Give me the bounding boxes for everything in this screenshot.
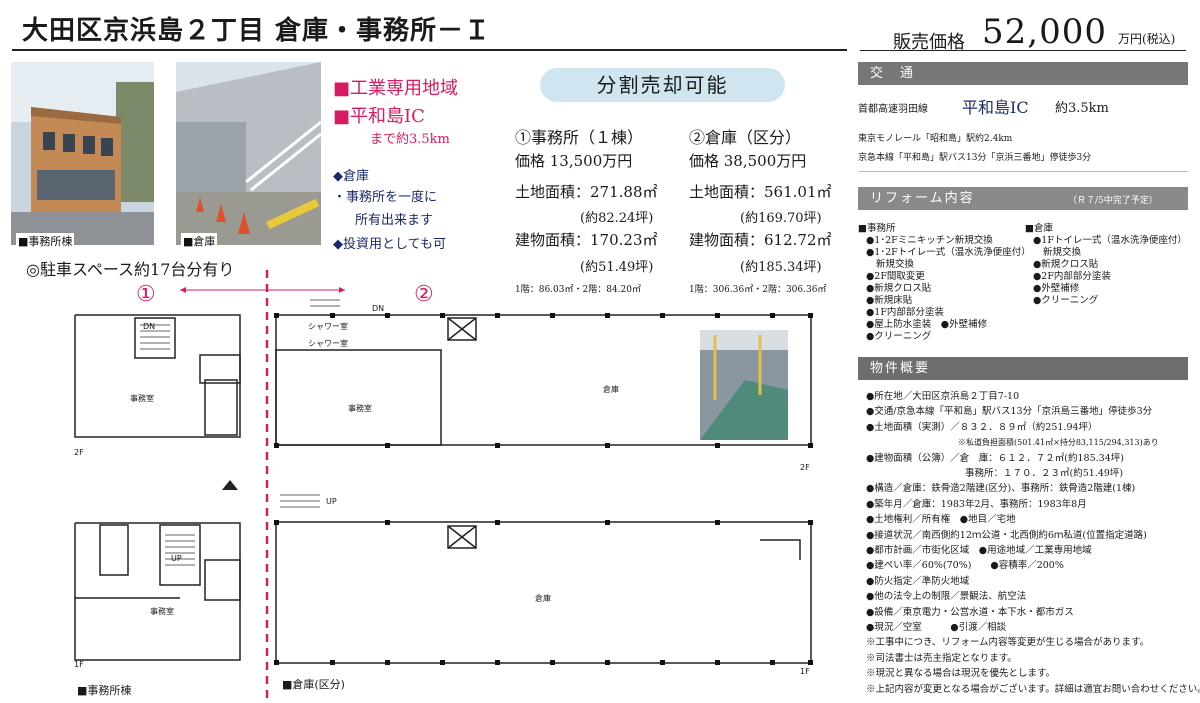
- reform-office-item: 新規交換: [876, 259, 915, 270]
- overview-line: ●都市計画／市街化区域 ●用途地域／工業専用地域: [866, 545, 1092, 556]
- reform-office-item: ●新規クロス貼: [866, 283, 932, 294]
- traffic-ic: 平和島IC: [962, 98, 1029, 117]
- office-marker: ①: [136, 282, 156, 307]
- overview-note: ※工事中につき、リフォーム内容等変更が生じる場合があります。: [866, 637, 1150, 649]
- page-title: 大田区京浜島２丁目 倉庫・事務所－Ｉ: [22, 16, 492, 46]
- stair-up-label: UP: [326, 497, 337, 506]
- stair-down-label: DN: [143, 322, 156, 331]
- office-heading: ①事務所（１棟）: [515, 128, 644, 147]
- office-photo-caption: ■事務所棟: [16, 233, 75, 249]
- feature-item: ◆投資用としても可: [333, 237, 446, 252]
- feature-ic: ■平和島IC: [333, 106, 425, 127]
- stair-down-label: DN: [372, 304, 385, 313]
- warehouse-2f-office-label: 事務室: [348, 404, 372, 413]
- warehouse-photo: [176, 62, 321, 245]
- overview-line: ●現況／空室 ●引渡／相談: [866, 622, 1007, 633]
- overview-line: ●接道状況／南西側約12ｍ公道・北西側約6ｍ私道(位置指定道路): [866, 529, 1147, 541]
- reform-office-item: ●クリーニング: [866, 331, 932, 342]
- office-1f-room-label: 事務室: [150, 607, 174, 616]
- price-divider: [860, 50, 1186, 51]
- split-sale-banner: 分割売却可能: [540, 68, 785, 102]
- reform-office-item: ●新規床貼: [866, 295, 913, 306]
- reform-warehouse-item: ●2F内部部分塗装: [1033, 271, 1111, 282]
- warehouse-land-tsubo: (約169.70坪): [740, 211, 822, 226]
- traffic-divider: [858, 171, 1188, 172]
- traffic-route: 首都高速羽田線: [858, 104, 928, 115]
- reform-office-item: ●屋上防水塗装 ●外壁補修: [866, 319, 988, 330]
- warehouse-1f-room-label: 倉庫: [535, 594, 551, 603]
- header-divider: [12, 49, 847, 51]
- warehouse-heading: ②倉庫（区分）: [689, 128, 802, 147]
- reform-warehouse-item: ●1Fトイレ一式（温水洗浄便座付）: [1033, 235, 1187, 246]
- traffic-monorail: 東京モノレール「昭和島」駅約2.4km: [858, 134, 1013, 144]
- reform-office-item: ●1･2Fトイレ一式（温水洗浄便座付）: [866, 247, 1031, 258]
- overview-note: ※現況と異なる場合は現況を優先とします。: [866, 668, 1056, 680]
- feature-item: 所有出来ます: [355, 213, 434, 228]
- overview-line: ●土地権利／所有権 ●地目／宅地: [866, 514, 1016, 526]
- overview-note: ※司法書士は売主指定となります。: [866, 652, 1017, 664]
- overview-line: ●土地面積（実測）／８３２．８９㎡（約251.94坪）: [866, 421, 1098, 433]
- overview-line: ※私道負担面積(501.41㎡×持分83,115/294,313)あり: [958, 438, 1159, 448]
- overview-line: ●設備／東京電力・公営水道・本下水・都市ガス: [866, 606, 1074, 618]
- reform-office-item: ●1･2Fミニキッチン新規交換: [866, 235, 993, 246]
- overview-line: ●他の法令上の制限／景観法、航空法: [866, 591, 1027, 603]
- office-2f-room-label: 事務室: [130, 394, 154, 403]
- reform-office-item: ●2F間取変更: [866, 271, 925, 282]
- warehouse-2f-room-label: 倉庫: [603, 385, 619, 394]
- reform-office-heading: ■事務所: [858, 223, 896, 234]
- reform-warehouse-item: ●クリーニング: [1033, 295, 1099, 306]
- warehouse-building-area: 建物面積：612.72㎡: [689, 231, 832, 249]
- reform-warehouse-heading: ■倉庫: [1025, 223, 1053, 234]
- warehouse-land-area: 土地面積：561.01㎡: [689, 183, 832, 201]
- overview-heading: 物件概要: [858, 357, 1188, 380]
- feature-zone: ■工業専用地域: [333, 78, 459, 99]
- overview-line: ●築年月／倉庫：1983年2月、事務所：1983年8月: [866, 498, 1087, 510]
- warehouse-marker: ②: [414, 282, 434, 307]
- floor-plan-drawing: [74, 270, 813, 703]
- warehouse-plan-caption: ■倉庫(区分): [282, 678, 345, 691]
- overview-line: ●建ぺい率／60%(70%) ●容積率／200%: [866, 560, 1064, 572]
- office-land-area: 土地面積：271.88㎡: [515, 183, 658, 201]
- floor-1f-label: 1F: [800, 667, 810, 676]
- reform-warehouse-item: ●新規クロス貼: [1033, 259, 1099, 270]
- office-building-photo: [11, 62, 154, 245]
- overview-line: ●防火指定／準防火地域: [866, 575, 970, 587]
- overview-line: ●交通/京急本線「平和島」駅バス13分「京浜島三番地」停徒歩3分: [866, 406, 1153, 418]
- office-building-area: 建物面積：170.23㎡: [515, 231, 658, 249]
- reform-note: （Ｒ７/5中完了予定）: [1068, 196, 1158, 206]
- warehouse-photo-caption: ■倉庫: [181, 233, 218, 249]
- shower-room-label: シャワー室: [308, 322, 348, 331]
- overview-note: ※上記内容が変更となる場合がございます。詳細は適宜お問い合わせください。: [866, 683, 1200, 695]
- office-plan-caption: ■事務所棟: [77, 684, 132, 697]
- floor-2f-label: 2F: [800, 463, 810, 472]
- overview-line: ●構造／倉庫：鉄骨造2階建(区分)、事務所：鉄骨造2階建(1棟): [866, 483, 1136, 495]
- reform-warehouse-item: 新規交換: [1043, 247, 1082, 258]
- overview-line: 事務所：１７０．２３㎡(約51.49坪): [965, 468, 1124, 479]
- reform-office-item: ●1F内部部分塗装: [866, 307, 944, 318]
- traffic-distance: 約3.5km: [1055, 101, 1109, 116]
- floor-1f-label: 1F: [74, 660, 84, 669]
- office-price: 価格 13,500万円: [515, 152, 633, 170]
- feature-item: ◆倉庫: [333, 169, 369, 184]
- overview-line: ●所在地／大田区京浜島２丁目7-10: [866, 391, 1020, 402]
- office-land-tsubo: (約82.24坪): [580, 211, 654, 226]
- feature-item: ・事務所を一度に: [333, 190, 438, 205]
- stair-up-label: UP: [171, 554, 182, 563]
- feature-ic-distance: まで約3.5km: [370, 132, 450, 147]
- traffic-heading: 交 通: [858, 62, 1188, 85]
- overview-line: ●建物面積（公簿）／倉 庫：６１２．７２㎡(約185.34坪): [866, 452, 1124, 464]
- price-unit: 万円(税込): [1118, 32, 1176, 46]
- floor-2f-label: 2F: [74, 448, 84, 457]
- warehouse-price: 価格 38,500万円: [689, 152, 807, 170]
- reform-warehouse-item: ●外壁補修: [1033, 283, 1080, 294]
- traffic-keikyu: 京急本線「平和島」駅バス13分「京浜三番地」停徒歩3分: [858, 153, 1092, 163]
- price-value: 52,000: [982, 12, 1107, 52]
- shower-room-label: シャワー室: [308, 339, 348, 348]
